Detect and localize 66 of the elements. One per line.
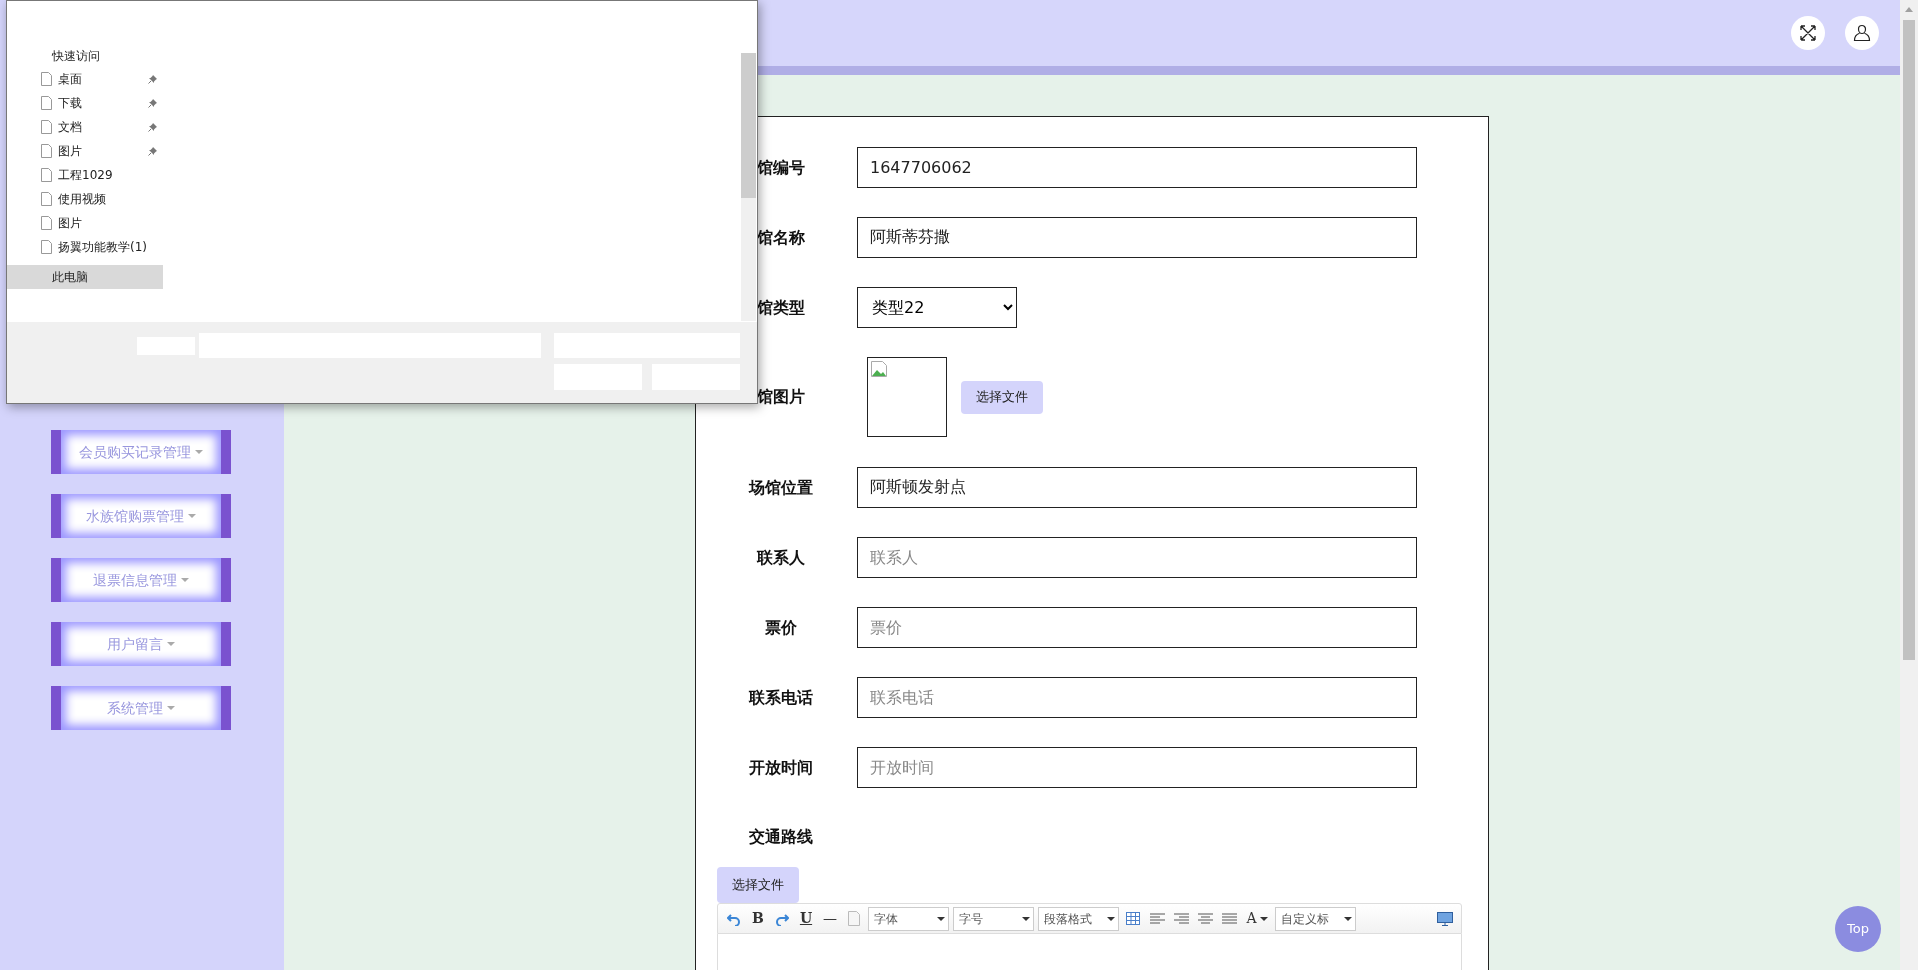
caret-icon [188,514,196,518]
text-field[interactable]: 联系人 [857,537,1417,578]
field-label: 交通路线 [748,826,814,848]
caret-icon [181,578,189,582]
fullscreen-button[interactable] [1791,16,1825,50]
file-icon [41,96,52,110]
choose-file-button[interactable]: 选择文件 [717,867,799,903]
type-select[interactable]: 类型22 [857,287,1017,328]
text-field[interactable]: 阿斯顿发射点 [857,467,1417,508]
text-field[interactable]: 联系电话 [857,677,1417,718]
folder-item[interactable]: 工程1029 [7,163,163,187]
user-icon [1853,24,1871,42]
file-icon [41,168,52,182]
field-label: 开放时间 [748,756,814,779]
caret-icon [937,916,945,921]
font-color-button[interactable]: A [1243,908,1271,929]
caret-icon [1344,916,1352,921]
file-icon [41,192,52,206]
file-icon [41,240,52,254]
caret-icon [1022,916,1030,921]
caret-icon [1107,916,1115,921]
user-button[interactable] [1845,16,1879,50]
toolbar-dropdown[interactable]: 字体 [868,906,949,931]
this-pc-item[interactable]: 此电脑 [7,265,163,289]
caret-icon [167,706,175,710]
file-icon [41,120,52,134]
folder-item[interactable]: 图片 [7,211,163,235]
field-label: 联系人 [756,546,806,569]
field-label: 馆名称 [756,226,806,249]
folder-item[interactable]: 使用视频 [7,187,163,211]
text-field[interactable]: 票价 [857,607,1417,648]
field-label: 票价 [764,616,798,639]
toolbar-dropdown[interactable]: 字号 [953,906,1034,931]
expand-icon [1800,25,1816,41]
file-icon [41,216,52,230]
toolbar-dropdown[interactable]: 自定义标 [1275,906,1356,931]
toolbar-button[interactable]: — [820,908,840,929]
field-label: 场馆位置 [747,476,814,499]
field-label: 馆图片 [756,386,806,408]
text-field[interactable]: 开放时间 [857,747,1417,788]
text-field[interactable]: 1647706062 [857,147,1417,188]
toolbar-dropdown[interactable]: 段落格式 [1038,906,1119,931]
folder-item[interactable]: 文档 [7,115,163,139]
quick-access-heading[interactable]: 快速访问 [7,45,163,67]
folder-item[interactable]: 扬翼功能教学(1) [7,235,163,259]
broken-image-icon [871,361,887,377]
folder-item[interactable]: 桌面 [7,67,163,91]
dialog-scrollbar[interactable] [741,53,756,321]
field-label: 联系电话 [748,686,814,709]
scrollbar-thumb[interactable] [1903,20,1915,660]
caret-icon [1259,916,1268,921]
text-field[interactable]: 阿斯蒂芬撒 [857,217,1417,258]
folder-item[interactable]: 下载 [7,91,163,115]
toolbar-button[interactable]: B [748,908,768,929]
dialog-scrollbar-thumb[interactable] [741,53,756,198]
file-icon [41,72,52,86]
underline-button[interactable]: U [796,908,816,929]
field-label: 馆类型 [756,296,806,319]
scrollbar[interactable] [1900,0,1918,970]
file-icon [41,144,52,158]
caret-icon [195,450,203,454]
field-label: 馆编号 [756,156,806,179]
folder-item[interactable]: 图片 [7,139,163,163]
choose-file-button[interactable]: 选择文件 [961,380,1043,414]
caret-icon [167,642,175,646]
scroll-up-icon[interactable] [1905,7,1913,12]
